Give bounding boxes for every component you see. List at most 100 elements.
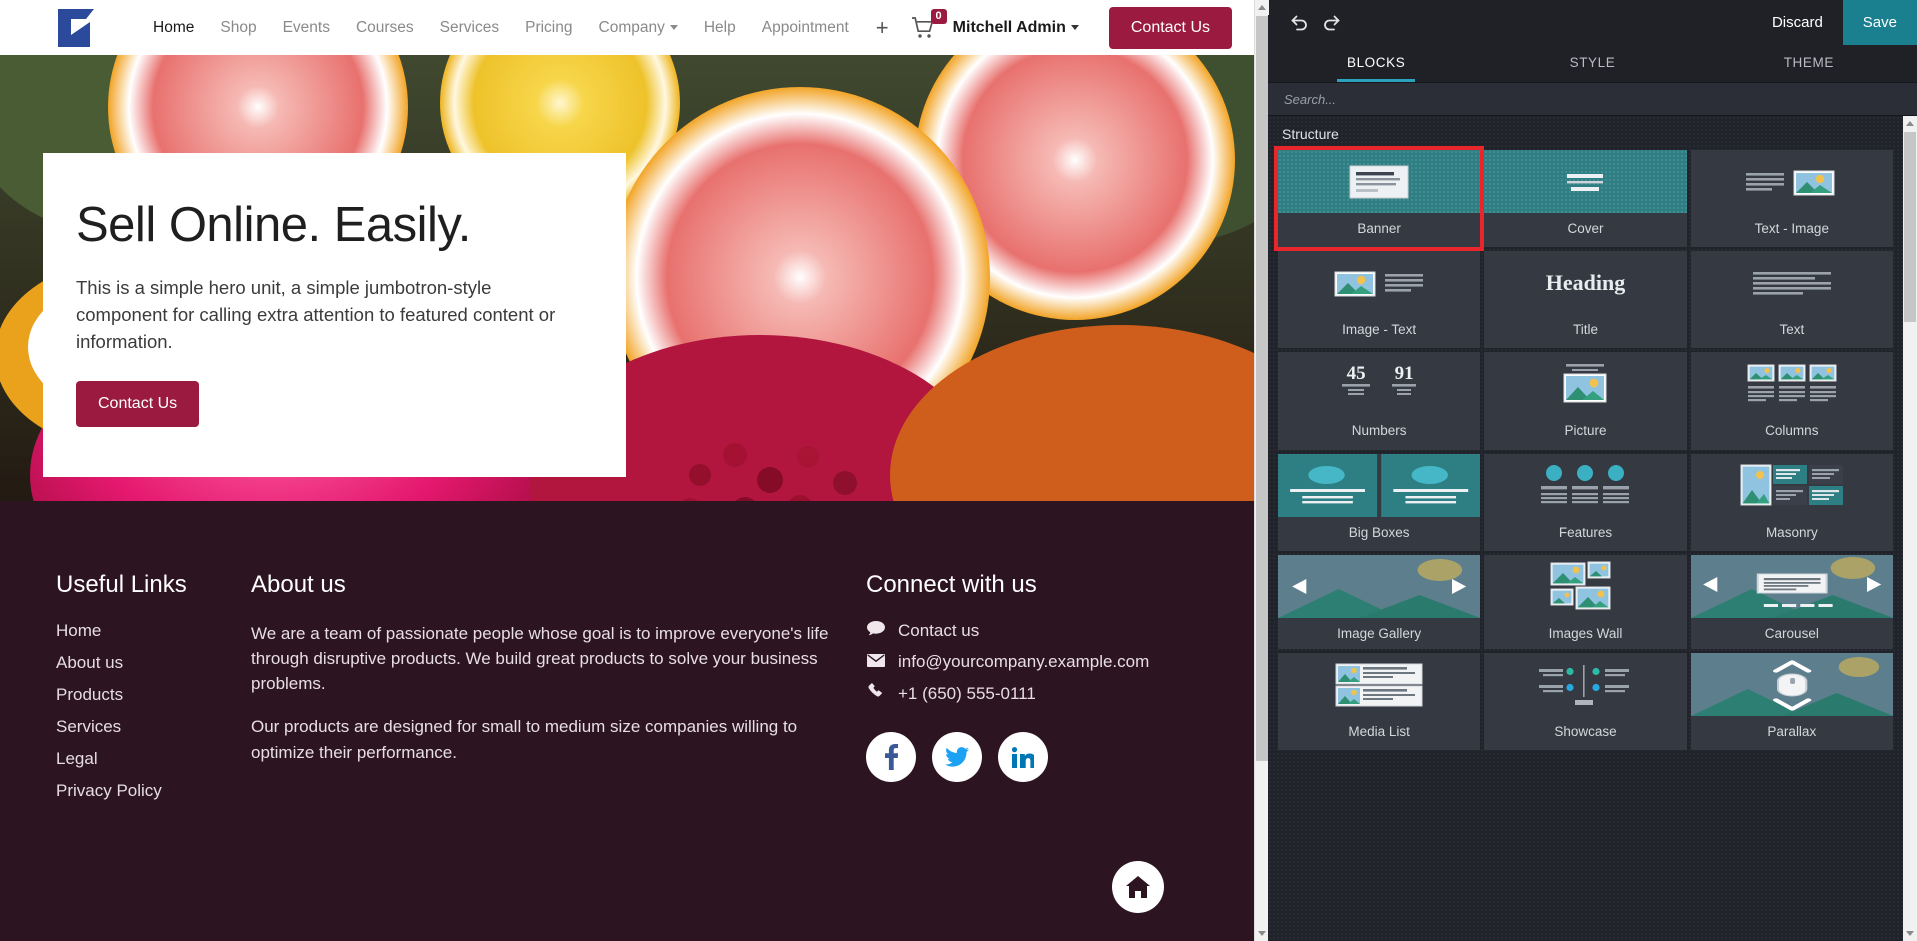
footer-phone-row[interactable]: +1 (650) 555-0111 <box>866 683 1198 704</box>
footer-email-label[interactable]: info@yourcompany.example.com <box>898 652 1149 672</box>
carousel-thumb-icon <box>1690 554 1893 618</box>
header-contact-us-button[interactable]: Contact Us <box>1108 6 1232 49</box>
tab-blocks[interactable]: BLOCKS <box>1268 45 1484 82</box>
scroll-up-arrow-icon[interactable] <box>1255 0 1269 15</box>
block-carousel[interactable]: Carousel <box>1690 554 1893 650</box>
footer-home-button[interactable] <box>1112 861 1164 913</box>
facebook-icon[interactable] <box>866 732 916 782</box>
footer-email-row[interactable]: info@yourcompany.example.com <box>866 652 1198 672</box>
website-editor-panel: Discard Save BLOCKS STYLE THEME Structur… <box>1268 0 1917 941</box>
block-label: Text - Image <box>1754 221 1829 236</box>
block-label: Picture <box>1564 423 1607 439</box>
hero-contact-us-button[interactable]: Contact Us <box>76 381 200 428</box>
block-images-wall[interactable]: Images Wall <box>1484 554 1687 650</box>
footer-phone-label[interactable]: +1 (650) 555-0111 <box>898 684 1036 704</box>
parallax-thumb-icon <box>1690 653 1893 717</box>
nav-label: Help <box>703 19 736 36</box>
footer-contact-us-label[interactable]: Contact us <box>898 621 979 641</box>
block-image-text[interactable]: Image - Text <box>1278 251 1481 349</box>
big-boxes-thumb-icon <box>1278 453 1481 517</box>
undo-icon[interactable] <box>1281 6 1315 40</box>
footer-link-products[interactable]: Products <box>56 685 251 705</box>
add-page-plus-icon[interactable]: + <box>862 16 903 39</box>
cart-count-badge: 0 <box>930 8 947 24</box>
structure-section-label: Structure <box>1282 126 1339 142</box>
nav-label: Pricing <box>525 19 573 36</box>
nav-item-company[interactable]: Company <box>586 0 691 55</box>
tab-style[interactable]: STYLE <box>1484 45 1700 82</box>
nav-item-home[interactable]: Home <box>140 0 207 55</box>
block-label: Masonry <box>1765 524 1818 540</box>
block-media-list[interactable]: Media List <box>1278 653 1481 751</box>
block-label: Features <box>1558 524 1613 540</box>
nav-item-events[interactable]: Events <box>270 0 343 55</box>
block-label: Images Wall <box>1548 625 1623 641</box>
preview-scrollbar[interactable] <box>1254 0 1269 941</box>
block-masonry[interactable]: Masonry <box>1690 453 1893 551</box>
footer-useful-links-column: Useful Links Home About us Products Serv… <box>56 571 251 813</box>
phone-icon <box>866 683 885 704</box>
block-columns[interactable]: Columns <box>1690 352 1893 450</box>
hero-title: Sell Online. Easily. <box>76 198 471 252</box>
masonry-thumb-icon <box>1691 454 1893 517</box>
hero-card: Sell Online. Easily. This is a simple he… <box>43 153 626 478</box>
block-cover[interactable]: Cover <box>1484 150 1687 248</box>
nav-label: Shop <box>220 19 257 36</box>
block-showcase[interactable]: Showcase <box>1484 653 1687 751</box>
panel-scrollbar-thumb[interactable] <box>1904 132 1916 322</box>
image-text-thumb-icon <box>1278 251 1480 314</box>
blocks-panel-scrollbar[interactable] <box>1903 116 1917 941</box>
footer-contact-us-row[interactable]: Contact us <box>866 621 1198 641</box>
features-thumb-icon <box>1484 454 1686 517</box>
block-features[interactable]: Features <box>1484 453 1687 551</box>
footer-link-home[interactable]: Home <box>56 621 251 641</box>
twitter-icon[interactable] <box>932 732 982 782</box>
nav-label: Appointment <box>761 19 849 36</box>
scroll-down-arrow-icon[interactable] <box>1255 926 1269 941</box>
panel-scroll-down-arrow-icon[interactable] <box>1903 926 1917 941</box>
banner-thumb-icon <box>1278 150 1481 213</box>
tab-theme[interactable]: THEME <box>1701 45 1917 82</box>
redo-icon[interactable] <box>1315 6 1349 40</box>
footer-link-privacy-policy[interactable]: Privacy Policy <box>56 781 251 801</box>
user-name: Mitchell Admin <box>952 18 1066 36</box>
block-parallax[interactable]: Parallax <box>1690 653 1893 751</box>
preview-scrollbar-thumb[interactable] <box>1256 16 1268 761</box>
panel-scroll-up-arrow-icon[interactable] <box>1903 116 1917 131</box>
block-label: Image Gallery <box>1337 625 1422 641</box>
footer-link-about-us[interactable]: About us <box>56 653 251 673</box>
block-numbers[interactable]: 45 91 Numbers <box>1278 352 1481 450</box>
showcase-thumb-icon <box>1484 653 1686 716</box>
numbers-thumb-icon: 45 91 <box>1278 352 1480 415</box>
user-menu[interactable]: Mitchell Admin <box>953 19 1079 37</box>
footer-link-services[interactable]: Services <box>56 717 251 737</box>
company-logo-icon[interactable] <box>56 8 98 48</box>
block-text[interactable]: Text <box>1690 251 1893 349</box>
block-title[interactable]: Heading Title <box>1484 251 1687 349</box>
cart-button[interactable]: 0 <box>903 8 947 39</box>
block-banner[interactable]: Banner <box>1273 145 1485 252</box>
image-gallery-thumb-icon <box>1278 554 1481 618</box>
block-picture[interactable]: Picture <box>1484 352 1687 450</box>
block-image-gallery[interactable]: Image Gallery <box>1278 554 1481 650</box>
footer-about-heading: About us <box>251 571 346 598</box>
nav-item-shop[interactable]: Shop <box>207 0 269 55</box>
envelope-icon <box>866 652 885 672</box>
footer-link-legal[interactable]: Legal <box>56 749 251 769</box>
block-text-image[interactable]: Text - Image <box>1690 150 1893 248</box>
nav-item-courses[interactable]: Courses <box>343 0 427 55</box>
nav-item-appointment[interactable]: Appointment <box>749 0 862 55</box>
nav-item-services[interactable]: Services <box>427 0 512 55</box>
linkedin-icon[interactable] <box>998 732 1048 782</box>
search-input[interactable] <box>1284 91 1901 107</box>
block-label: Parallax <box>1767 724 1817 740</box>
website-preview: Home Shop Events Courses Services Pricin… <box>0 0 1254 941</box>
discard-button[interactable]: Discard <box>1752 0 1843 45</box>
nav-item-pricing[interactable]: Pricing <box>512 0 585 55</box>
block-label: Title <box>1572 322 1598 338</box>
nav-label: Events <box>282 19 330 36</box>
save-button[interactable]: Save <box>1842 0 1917 45</box>
footer-connect-heading: Connect with us <box>866 571 1037 598</box>
block-big-boxes[interactable]: Big Boxes <box>1278 453 1481 551</box>
nav-item-help[interactable]: Help <box>691 0 749 55</box>
